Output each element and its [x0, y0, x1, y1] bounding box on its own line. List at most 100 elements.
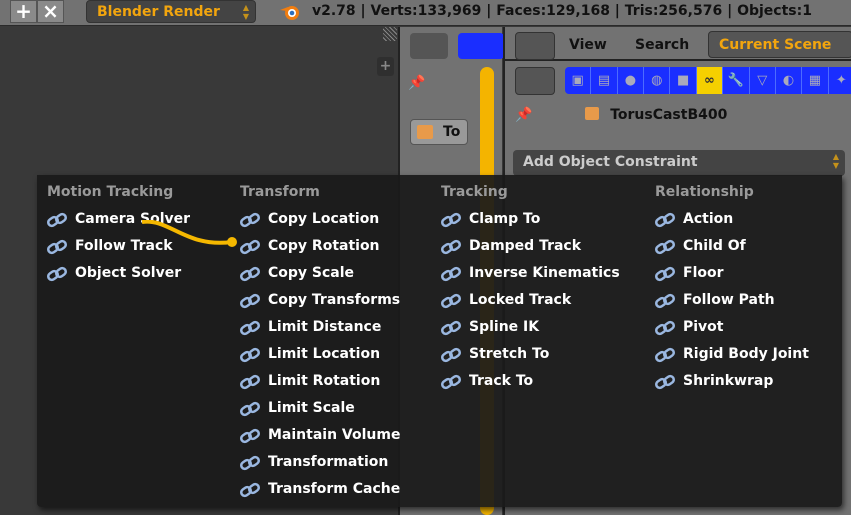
- menu-item-label: Limit Location: [268, 346, 381, 362]
- outliner-editor-type-button[interactable]: [515, 32, 555, 60]
- particles-tab-icon[interactable]: ✦: [829, 67, 851, 94]
- link-icon: [441, 293, 461, 309]
- menu-item-label: Transform Cache: [268, 481, 401, 497]
- link-icon: [240, 455, 260, 471]
- menu-column-title: Motion Tracking: [47, 184, 174, 200]
- display-mode-dropdown[interactable]: Current Scene: [708, 31, 851, 58]
- link-icon: [240, 293, 260, 309]
- menu-item-label: Limit Distance: [268, 319, 382, 335]
- object-name: TorusCastB400: [610, 107, 728, 123]
- menu-item-label: Object Solver: [75, 265, 182, 281]
- x-icon[interactable]: ×: [37, 0, 64, 23]
- render-layers-tab-icon[interactable]: ▤: [591, 67, 618, 94]
- pin-icon[interactable]: 📌: [515, 107, 532, 123]
- context-breadcrumb: 📌 TorusCastB400: [515, 107, 727, 123]
- scene-tab-icon[interactable]: ●: [618, 67, 645, 94]
- link-icon: [240, 428, 260, 444]
- link-icon: [655, 212, 675, 228]
- link-icon: [441, 347, 461, 363]
- link-icon: [441, 320, 461, 336]
- link-icon: [47, 212, 67, 228]
- menu-item-label: Shrinkwrap: [683, 373, 774, 389]
- link-icon: [441, 239, 461, 255]
- menu-item-label: Spline IK: [469, 319, 540, 335]
- link-icon: [47, 239, 67, 255]
- area-split-handle[interactable]: [383, 27, 397, 41]
- menu-item-label: Copy Location: [268, 211, 380, 227]
- menu-column-title: Relationship: [655, 184, 754, 200]
- link-icon: [240, 374, 260, 390]
- link-icon: [655, 293, 675, 309]
- link-icon: [240, 266, 260, 282]
- menu-item-label: Transformation: [268, 454, 389, 470]
- blender-logo-icon: [280, 6, 299, 20]
- render-engine-dropdown[interactable]: Blender Render ▲ ▼: [86, 0, 256, 23]
- link-icon: [655, 374, 675, 390]
- link-icon: [240, 347, 260, 363]
- menu-item-label: Copy Rotation: [268, 238, 380, 254]
- menu-item-label: Clamp To: [469, 211, 541, 227]
- search-menu[interactable]: Search: [635, 37, 689, 53]
- editor-type-button[interactable]: [410, 33, 448, 59]
- menu-item-label: Copy Scale: [268, 265, 355, 281]
- menu-item-label: Floor: [683, 265, 724, 281]
- add-constraint-label: Add Object Constraint: [523, 154, 698, 170]
- menu-item-label: Copy Transforms: [268, 292, 401, 308]
- cube-icon: [585, 107, 600, 120]
- cursor-arrow-annotation: [141, 220, 237, 247]
- link-icon: [47, 266, 67, 282]
- menu-column-title: Tracking: [441, 184, 508, 200]
- link-icon: [441, 374, 461, 390]
- menu-item-label: Damped Track: [469, 238, 582, 254]
- add-object-constraint-dropdown[interactable]: Add Object Constraint ▲ ▼: [513, 150, 845, 176]
- menu-item-label: Follow Path: [683, 292, 775, 308]
- menu-item-label: Pivot: [683, 319, 724, 335]
- link-icon: [655, 347, 675, 363]
- link-icon: [240, 482, 260, 498]
- properties-tabs: ▣ ▤ ● ◍ ■ ∞ 🔧 ▽ ◐ ▦ ✦: [565, 67, 851, 94]
- link-icon: [240, 239, 260, 255]
- menu-item-label: Child Of: [683, 238, 746, 254]
- link-icon: [240, 401, 260, 417]
- top-bar: + × Blender Render ▲ ▼ v2.78 | Verts:133,9…: [0, 0, 851, 26]
- plus-icon[interactable]: +: [10, 0, 37, 23]
- render-tab-icon[interactable]: ▣: [565, 67, 592, 94]
- menu-item-label: Action: [683, 211, 734, 227]
- menu-item-label: Track To: [469, 373, 534, 389]
- object-tab-icon[interactable]: ■: [670, 67, 697, 94]
- object-name-field[interactable]: To: [410, 119, 468, 145]
- menu-item-label: Inverse Kinematics: [469, 265, 620, 281]
- link-icon: [240, 212, 260, 228]
- view-menu[interactable]: View: [569, 37, 607, 53]
- menu-column-title: Transform: [240, 184, 320, 200]
- updown-icon: ▲ ▼: [832, 152, 839, 170]
- menu-item-label: Limit Scale: [268, 400, 355, 416]
- texture-tab-icon[interactable]: ▦: [802, 67, 829, 94]
- render-tab[interactable]: [458, 33, 504, 59]
- pin-icon[interactable]: 📌: [408, 75, 425, 91]
- constraints-tab-icon[interactable]: ∞: [696, 67, 724, 94]
- menu-item-label: Limit Rotation: [268, 373, 381, 389]
- menu-item-label: Rigid Body Joint: [683, 346, 809, 362]
- data-tab-icon[interactable]: ▽: [750, 67, 776, 94]
- editor-type-button[interactable]: [515, 67, 555, 95]
- menu-item-label: Locked Track: [469, 292, 572, 308]
- updown-icon: ▲ ▼: [242, 3, 249, 21]
- toolshelf-expand-button[interactable]: +: [377, 57, 394, 76]
- render-engine-label: Blender Render: [97, 4, 220, 20]
- link-icon: [655, 320, 675, 336]
- material-tab-icon[interactable]: ◐: [776, 67, 803, 94]
- link-icon: [655, 266, 675, 282]
- object-name-label: To: [443, 124, 461, 140]
- modifiers-tab-icon[interactable]: 🔧: [723, 67, 750, 94]
- link-icon: [441, 212, 461, 228]
- cube-icon: [417, 125, 433, 139]
- link-icon: [655, 239, 675, 255]
- scene-stats: v2.78 | Verts:133,969 | Faces:129,168 | …: [312, 3, 812, 19]
- menu-item-label: Maintain Volume: [268, 427, 401, 443]
- menu-item-label: Stretch To: [469, 346, 550, 362]
- world-tab-icon[interactable]: ◍: [644, 67, 671, 94]
- link-icon: [441, 266, 461, 282]
- link-icon: [240, 320, 260, 336]
- outliner-header: View Search Current Scene: [505, 27, 851, 61]
